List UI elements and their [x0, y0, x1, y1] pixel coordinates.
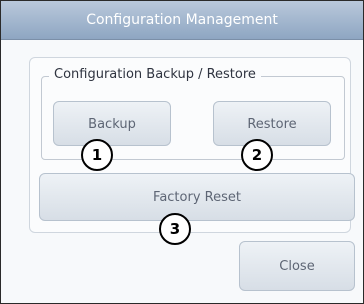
restore-button[interactable]: Restore — [213, 101, 331, 146]
factory-reset-button[interactable]: Factory Reset — [39, 173, 355, 221]
callout-marker-2: 2 — [241, 139, 273, 171]
configuration-management-dialog: Configuration Management Configuration B… — [0, 0, 364, 304]
close-button[interactable]: Close — [239, 241, 355, 291]
callout-marker-3: 3 — [159, 213, 191, 245]
dialog-title: Configuration Management — [1, 1, 363, 40]
backup-button[interactable]: Backup — [53, 101, 171, 146]
backup-restore-group-label: Configuration Backup / Restore — [49, 67, 261, 82]
callout-marker-1: 1 — [81, 139, 113, 171]
